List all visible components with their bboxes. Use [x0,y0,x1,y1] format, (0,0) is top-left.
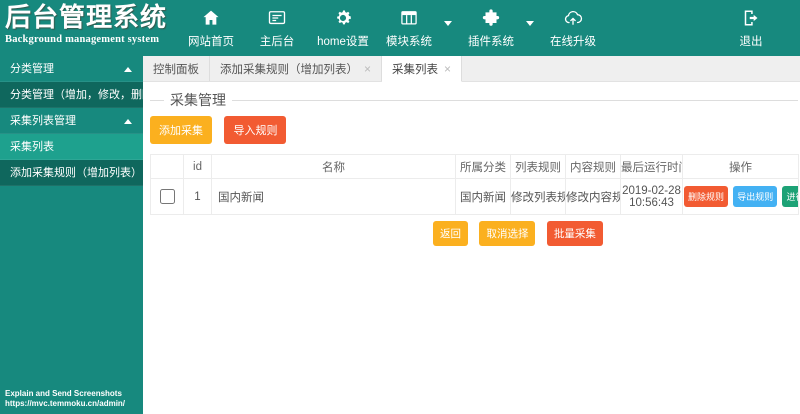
cell-content-rule-link[interactable]: 修改内容规则 [565,178,621,215]
tab-add-collect-rule[interactable]: 添加采集规则（增加列表） × [210,56,383,81]
home-icon [200,7,222,29]
export-rule-button[interactable]: 导出规则 [733,186,778,207]
sidebar-item-add-collect-rule[interactable]: 添加采集规则（增加列表） [0,160,143,186]
overlay-line2: https://mvc.temmoku.cn/admin/ [5,399,126,408]
toolbar: 添加采集 导入规则 [150,116,798,144]
add-collect-button[interactable]: 添加采集 [150,116,212,144]
tab-collect-list[interactable]: 采集列表 × [382,56,463,82]
sidebar-item-label: 添加采集规则（增加列表） [10,167,142,179]
overlay-line1: Explain and Send Screenshots [5,389,122,398]
run-collect-button[interactable]: 进行采集 [782,186,798,207]
app-header: 后台管理系统 Background management system 网站首页… [0,0,800,56]
close-icon[interactable]: × [364,63,371,75]
nav-item-label: 模块系统 [386,36,432,48]
import-rule-button[interactable]: 导入规则 [224,116,287,144]
header-actions: 操作 [682,154,799,179]
app-window: 后台管理系统 Background management system 网站首页… [0,0,800,414]
top-nav: 网站首页 主后台 home设置 模块系统 插件系统 在线升级 [178,0,606,56]
nav-item-online-upgrade[interactable]: 在线升级 [540,0,606,56]
row-checkbox[interactable] [159,189,175,204]
sidebar-item-category-management[interactable]: 分类管理 [0,56,143,82]
tab-control-panel[interactable]: 控制面板 [143,56,210,81]
puzzle-icon [480,7,502,29]
header-list-rule: 列表规则 [510,154,566,179]
sidebar-item-category-crud[interactable]: 分类管理（增加，修改，删除） [0,82,143,108]
header-category: 所属分类 [455,154,511,179]
nav-item-label: 主后台 [259,36,295,48]
cell-actions: 删除规则 导出规则 进行采集 [682,178,799,215]
section-title: 采集管理 [170,92,226,108]
nav-item-home-settings[interactable]: home设置 [310,0,376,56]
app-logo: 后台管理系统 Background management system [0,0,178,56]
batch-collect-button[interactable]: 批量采集 [546,221,603,246]
collect-table: id 名称 所属分类 列表规则 内容规则 最后运行时间 操作 [150,154,799,215]
tab-label: 控制面板 [153,63,199,76]
delete-rule-button[interactable]: 删除规则 [684,186,729,207]
chevron-down-icon[interactable] [444,20,452,26]
header-content-rule: 内容规则 [565,154,621,179]
cell-checkbox [150,178,184,215]
nav-item-site-home[interactable]: 网站首页 [178,0,244,56]
sidebar-item-label: 采集列表 [10,141,54,153]
nav-item-label: home设置 [317,36,369,48]
sidebar-item-collect-list-management[interactable]: 采集列表管理 [0,108,143,134]
chevron-up-icon [124,119,132,124]
sidebar-item-collect-list[interactable]: 采集列表 [0,134,143,160]
exit-icon [740,7,762,29]
header-last-run: 最后运行时间 [620,154,683,179]
table-row: 1 国内新闻 国内新闻 修改列表规则 修改内容规则 2019-02-28 10:… [150,178,799,215]
section-legend: 采集管理 [150,92,798,108]
batch-actions: 返回 取消选择 批量采集 [433,221,798,246]
nav-item-plugin-system[interactable]: 插件系统 [458,0,524,56]
tab-label: 添加采集规则（增加列表） [220,63,358,76]
window-icon [266,7,288,29]
chevron-down-icon[interactable] [526,20,534,26]
header-id: id [183,154,212,179]
cancel-select-button[interactable]: 取消选择 [479,221,536,246]
nav-item-label: 网站首页 [188,36,234,48]
legend-line [150,99,164,101]
grid-icon [398,7,420,29]
logout-label: 退出 [739,36,763,48]
header-name: 名称 [211,154,456,179]
close-icon[interactable]: × [444,63,451,75]
sidebar-item-label: 采集列表管理 [10,115,76,127]
screenshot-extension-overlay: Explain and Send Screenshots https://mvc… [5,389,125,409]
cell-last-run-time: 2019-02-28 10:56:43 [620,178,683,215]
logout-button[interactable]: 退出 [718,0,784,56]
sidebar-item-label: 分类管理（增加，修改，删除） [10,89,143,101]
back-button[interactable]: 返回 [433,221,468,246]
cell-id: 1 [183,178,212,215]
sidebar: 分类管理 分类管理（增加，修改，删除） 采集列表管理 采集列表 添加采集规则（增… [0,56,143,414]
last-run-date: 2019-02-28 [622,184,681,197]
cell-category: 国内新闻 [455,178,511,215]
table-header-row: id 名称 所属分类 列表规则 内容规则 最后运行时间 操作 [150,154,799,179]
nav-item-label: 在线升级 [550,36,596,48]
last-run-clock: 10:56:43 [629,196,674,209]
app-title: 后台管理系统 [5,2,168,32]
legend-line [232,99,798,101]
gear-icon [332,7,354,29]
tab-bar: 控制面板 添加采集规则（增加列表） × 采集列表 × [143,56,800,82]
cloud-upload-icon [562,7,584,29]
nav-item-module-system[interactable]: 模块系统 [376,0,442,56]
sidebar-item-label: 分类管理 [10,63,54,75]
header-checkbox [150,154,184,179]
chevron-up-icon [124,67,132,72]
cell-list-rule-link[interactable]: 修改列表规则 [510,178,566,215]
nav-item-main-backend[interactable]: 主后台 [244,0,310,56]
cell-name: 国内新闻 [211,178,456,215]
nav-item-label: 插件系统 [468,36,514,48]
content-area: 采集管理 添加采集 导入规则 id 名称 所属分类 列表规则 内容规则 最后运行… [143,82,800,414]
tab-label: 采集列表 [392,63,439,76]
app-subtitle: Background management system [5,34,160,45]
